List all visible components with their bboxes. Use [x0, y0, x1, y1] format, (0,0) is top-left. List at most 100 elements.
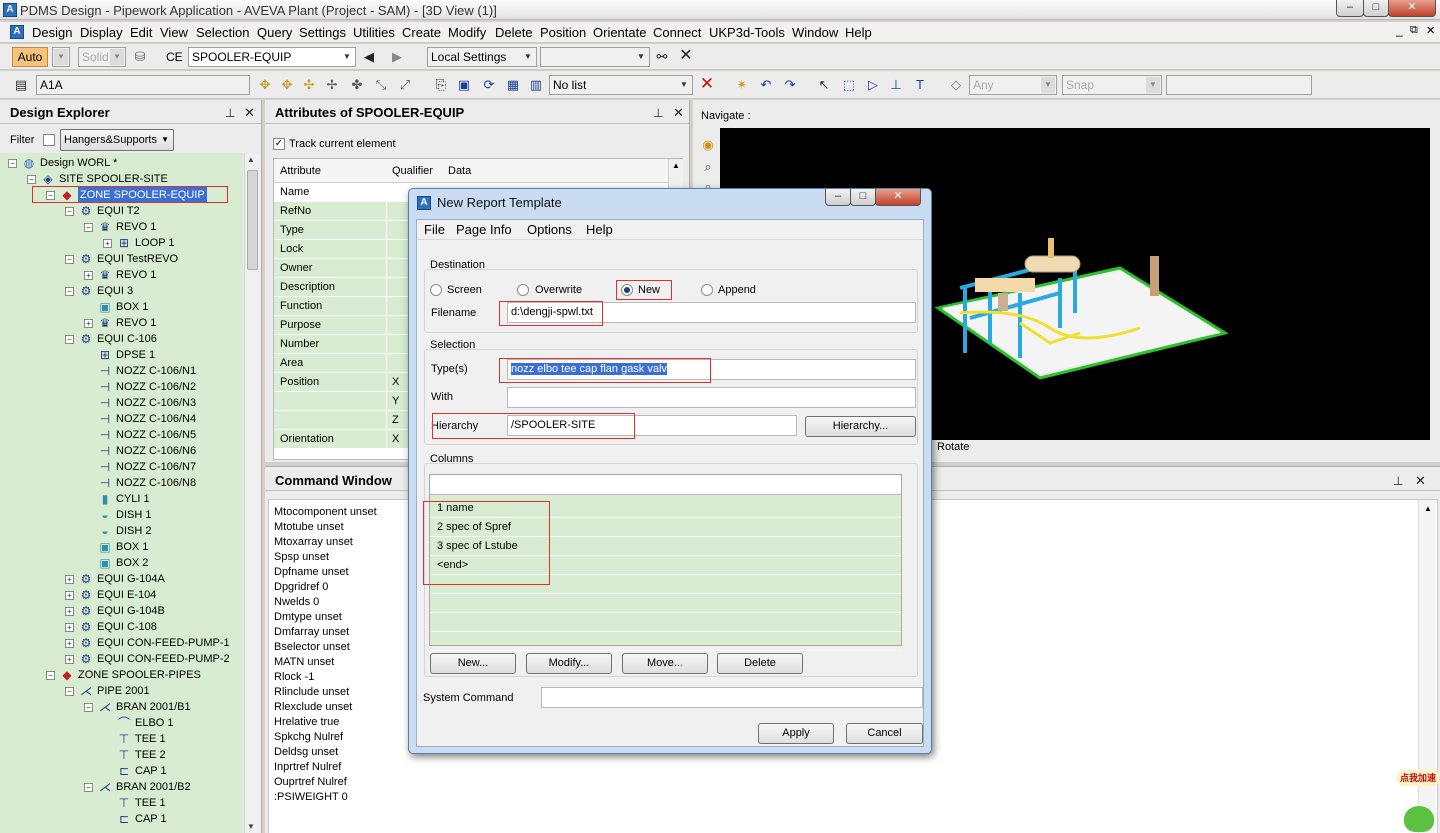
text-tool-icon[interactable]: T: [911, 76, 929, 94]
measure-icon[interactable]: ⊥: [887, 76, 905, 94]
tree-item[interactable]: + ♛ REVO 1: [0, 315, 243, 331]
binoculars-icon[interactable]: ⚯: [653, 48, 671, 66]
apply-button[interactable]: Apply: [758, 723, 834, 744]
tree-item[interactable]: ⊣ NOZZ C-106/N7: [0, 459, 243, 475]
tool7-icon[interactable]: ⤢: [396, 76, 414, 94]
expand-icon[interactable]: +: [65, 639, 74, 648]
tree-item[interactable]: − ◈ SITE SPOOLER-SITE: [0, 171, 243, 187]
grid-icon[interactable]: ▦: [504, 76, 522, 94]
tree-item[interactable]: ⊞ DPSE 1: [0, 347, 243, 363]
dialog-menu-page-info[interactable]: Page Info: [456, 222, 512, 237]
cmd-pin-icon[interactable]: ⊥: [1393, 474, 1403, 488]
tool6-icon[interactable]: ⤡: [372, 76, 390, 94]
menu-settings[interactable]: Settings: [299, 25, 346, 40]
list-combo[interactable]: No list ▼: [549, 75, 693, 95]
column-row[interactable]: [430, 613, 901, 632]
sparkle-icon[interactable]: ✴: [733, 76, 751, 94]
cmd-close-icon[interactable]: ✕: [1415, 473, 1426, 489]
system-command-field[interactable]: [541, 687, 923, 708]
menu-utilities[interactable]: Utilities: [353, 25, 395, 40]
menu-display[interactable]: Display: [80, 25, 123, 40]
any-combo[interactable]: Any ▼: [969, 75, 1057, 95]
tree-item[interactable]: − ⚙ EQUI C-106: [0, 331, 243, 347]
solid-combo[interactable]: Solid ▼: [78, 47, 126, 67]
tree-item[interactable]: + ⚙ EQUI E-104: [0, 587, 243, 603]
collapse-icon[interactable]: −: [65, 335, 74, 344]
hierarchy-button[interactable]: Hierarchy...: [805, 416, 916, 437]
tree-item[interactable]: + ⊞ LOOP 1: [0, 235, 243, 251]
expand-icon[interactable]: +: [65, 607, 74, 616]
tree-scroll-thumb[interactable]: [247, 170, 258, 270]
menu-orientate[interactable]: Orientate: [593, 25, 646, 40]
camera-icon[interactable]: ◉: [699, 136, 717, 154]
tree-item[interactable]: ⊏ CAP 1: [0, 763, 243, 779]
tree-scrollbar[interactable]: ▲ ▼: [244, 153, 260, 833]
zoom-icon[interactable]: ⌕: [699, 158, 717, 176]
radio-screen[interactable]: [430, 284, 442, 296]
attr-pin-icon[interactable]: ⊥: [653, 106, 663, 120]
menu-view[interactable]: View: [160, 25, 188, 40]
tree-item[interactable]: − ♛ REVO 1: [0, 219, 243, 235]
properties-icon[interactable]: ▤: [12, 76, 30, 94]
collapse-icon[interactable]: −: [65, 687, 74, 696]
ce-combo[interactable]: SPOOLER-EQUIP ▼: [188, 47, 356, 67]
collapse-icon[interactable]: −: [8, 159, 17, 168]
copy-icon[interactable]: ⎘: [432, 76, 450, 94]
red-x-icon[interactable]: ✕: [698, 75, 716, 93]
tree-item[interactable]: ⊤ TEE 1: [0, 795, 243, 811]
new-button[interactable]: New...: [430, 653, 516, 674]
tree-item[interactable]: − ◍ Design WORL *: [0, 155, 243, 171]
move-button[interactable]: Move...: [622, 653, 708, 674]
close-x-icon[interactable]: ✕: [677, 47, 695, 65]
expand-icon[interactable]: +: [103, 239, 112, 248]
tree-item[interactable]: ⊣ NOZZ C-106/N1: [0, 363, 243, 379]
dialog-menu-options[interactable]: Options: [527, 222, 572, 237]
dialog-minimize-button[interactable]: –: [825, 189, 851, 206]
tree-item[interactable]: ⊣ NOZZ C-106/N8: [0, 475, 243, 491]
back-arrow-icon[interactable]: ◀: [360, 48, 378, 66]
expand-icon[interactable]: +: [65, 655, 74, 664]
mdi-restore-button[interactable]: ⧉: [1410, 24, 1418, 37]
blank-combo[interactable]: ▼: [540, 47, 650, 67]
collapse-icon[interactable]: −: [27, 175, 36, 184]
tree-item[interactable]: + ⚙ EQUI G-104B: [0, 603, 243, 619]
speed-badge[interactable]: 点我加速: [1396, 770, 1440, 786]
tree-item[interactable]: − ⚙ EQUI TestREVO: [0, 251, 243, 267]
menu-connect[interactable]: Connect: [653, 25, 701, 40]
expand-icon[interactable]: +: [65, 591, 74, 600]
tree-item[interactable]: − ⚙ EQUI T2: [0, 203, 243, 219]
menu-query[interactable]: Query: [257, 25, 292, 40]
cube-icon[interactable]: ⬚: [840, 76, 858, 94]
menu-design[interactable]: Design: [32, 25, 72, 40]
tree-item[interactable]: ⊣ NOZZ C-106/N2: [0, 379, 243, 395]
tree-item[interactable]: + ⚙ EQUI CON-FEED-PUMP-2: [0, 651, 243, 667]
filter-dropdown[interactable]: Hangers&Supports ▼: [60, 129, 174, 151]
column-row[interactable]: [430, 632, 901, 651]
local-settings-combo[interactable]: Local Settings ▼: [427, 47, 537, 67]
redo-icon[interactable]: ↷: [781, 76, 799, 94]
tree-item[interactable]: ⊣ NOZZ C-106/N6: [0, 443, 243, 459]
collapse-icon[interactable]: −: [46, 671, 55, 680]
table-icon[interactable]: ▥: [527, 76, 545, 94]
track-checkbox[interactable]: ✓: [273, 138, 285, 150]
tree-item[interactable]: − ⋌ PIPE 2001: [0, 683, 243, 699]
tree-item[interactable]: ⊏ CAP 1: [0, 811, 243, 827]
expand-icon[interactable]: +: [65, 575, 74, 584]
collapse-icon[interactable]: −: [65, 207, 74, 216]
collapse-icon[interactable]: −: [65, 287, 74, 296]
filter-checkbox[interactable]: [43, 134, 55, 146]
tree-item[interactable]: − ⋌ BRAN 2001/B1: [0, 699, 243, 715]
tree-item[interactable]: ◒ DISH 1: [0, 507, 243, 523]
mascot-icon[interactable]: [1404, 806, 1434, 832]
tree-item[interactable]: ⊤ TEE 2: [0, 747, 243, 763]
modify-button[interactable]: Modify...: [526, 653, 612, 674]
dialog-maximize-button[interactable]: □: [850, 189, 876, 206]
tree-item[interactable]: ▣ BOX 2: [0, 555, 243, 571]
tree-item[interactable]: ▣ BOX 1: [0, 299, 243, 315]
tree-item[interactable]: − ⚙ EQUI 3: [0, 283, 243, 299]
menu-edit[interactable]: Edit: [130, 25, 152, 40]
tree-item[interactable]: ⊣ NOZZ C-106/N5: [0, 427, 243, 443]
menu-create[interactable]: Create: [402, 25, 441, 40]
menu-selection[interactable]: Selection: [196, 25, 249, 40]
menu-modify[interactable]: Modify: [448, 25, 486, 40]
